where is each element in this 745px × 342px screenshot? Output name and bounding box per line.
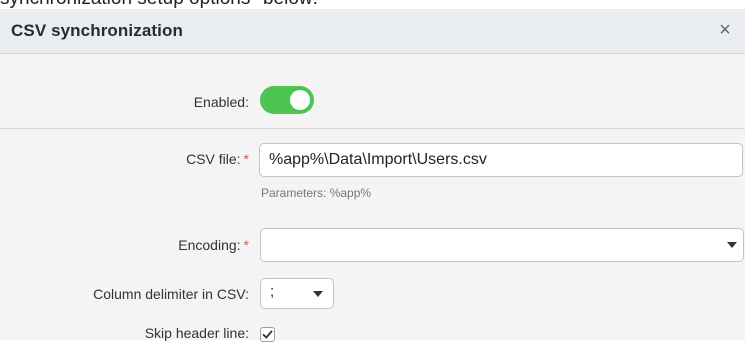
checkmark-icon (262, 330, 273, 339)
column-delimiter-value: ; (270, 283, 275, 300)
column-delimiter-label: Column delimiter in CSV: (93, 286, 249, 302)
dialog-header: CSV synchronization × (0, 9, 745, 54)
column-delimiter-select[interactable]: ; (260, 278, 334, 309)
csv-sync-dialog: CSV synchronization × Enabled: CSV file:… (0, 9, 745, 342)
csv-file-label-text: CSV file: (186, 151, 241, 167)
skip-header-label-text: Skip header line: (144, 325, 249, 341)
encoding-label: Encoding: * (178, 237, 249, 253)
enabled-label: Enabled: (194, 94, 249, 110)
toggle-knob (290, 90, 310, 110)
skip-header-label: Skip header line: (145, 325, 249, 341)
csv-file-hint: Parameters: %app% (261, 186, 372, 200)
encoding-label-text: Encoding: (178, 237, 241, 253)
csv-file-label: CSV file: * (186, 151, 249, 167)
page-context-text: synchronization setup options* below: (0, 0, 745, 9)
enabled-toggle[interactable] (260, 86, 314, 114)
close-icon[interactable]: × (715, 18, 735, 42)
enabled-label-text: Enabled: (193, 94, 249, 110)
chevron-down-icon (313, 290, 323, 297)
chevron-down-icon (727, 242, 737, 248)
csv-file-input[interactable] (259, 143, 743, 177)
required-marker: * (243, 237, 249, 253)
divider (0, 128, 745, 129)
column-delimiter-label-text: Column delimiter in CSV: (93, 286, 249, 302)
encoding-select[interactable] (260, 228, 744, 262)
dialog-title: CSV synchronization (11, 21, 183, 40)
required-marker: * (243, 151, 249, 167)
